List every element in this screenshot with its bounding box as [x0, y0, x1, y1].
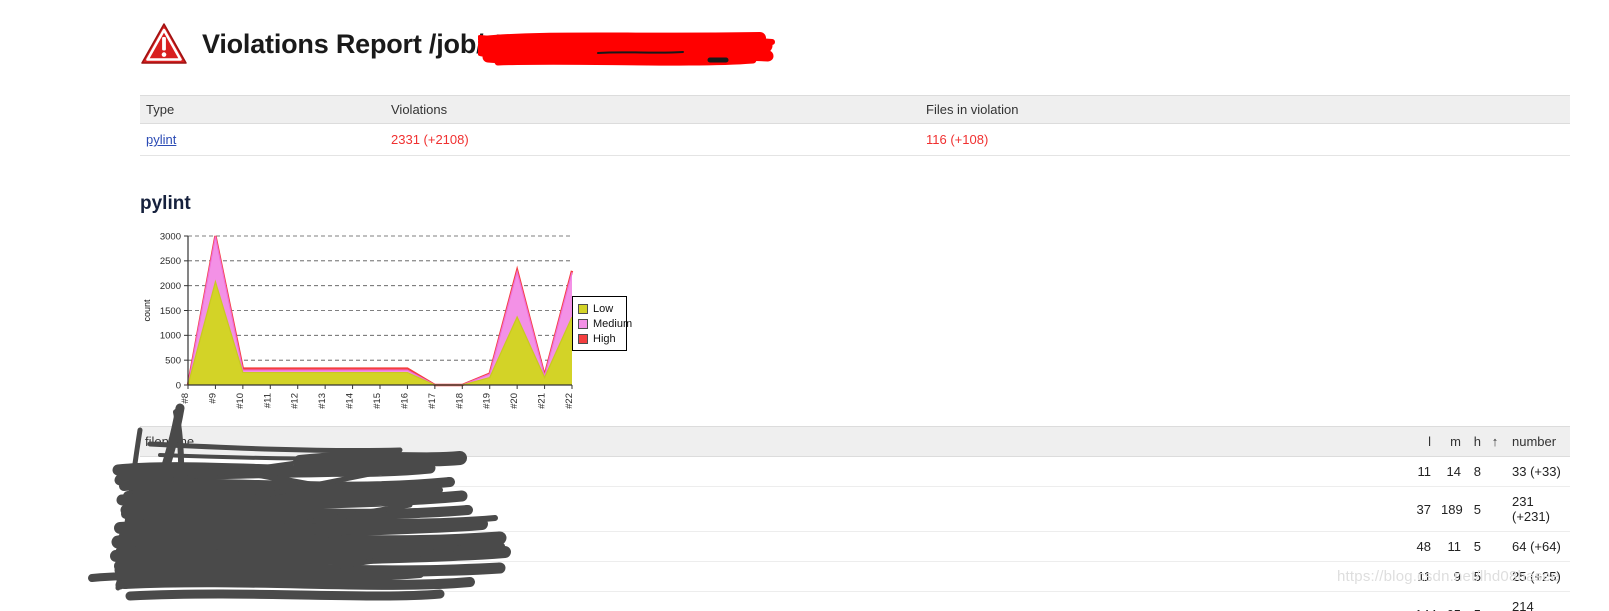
legend-swatch-medium [578, 319, 588, 329]
x-axis-tick-label: #11 [262, 393, 273, 408]
report-header: Violations Report /job/ 1.0/22 for build… [140, 22, 715, 66]
file-cell-l: 11 [1410, 456, 1436, 487]
files-col-l[interactable]: l [1410, 426, 1436, 457]
chart-legend: Low Medium High [572, 296, 632, 351]
warning-triangle-icon [140, 22, 188, 66]
x-axis-tick-label: #15 [372, 393, 383, 409]
files-col-filename[interactable]: filename [140, 426, 1410, 457]
x-axis-tick-label: #12 [290, 393, 301, 409]
files-header-row: filename l m h ↑ number [140, 426, 1570, 457]
file-cell-spacer [1486, 456, 1504, 487]
pylint-link[interactable]: pylint [146, 132, 176, 147]
x-axis-tick-label: #22 [564, 393, 575, 409]
file-cell-l: 37 [1410, 486, 1436, 532]
table-row: 48 11 5 64 (+64) [140, 531, 1570, 562]
file-cell-m: 14 [1436, 456, 1466, 487]
x-axis-tick-label: #17 [427, 393, 438, 409]
file-link[interactable] [140, 591, 1410, 611]
file-cell-l: 48 [1410, 531, 1436, 562]
table-row: 11 14 8 33 (+33) [140, 456, 1570, 487]
file-cell-number: 231 (+231) [1504, 486, 1570, 532]
sort-ascending-icon[interactable]: ↑ [1486, 426, 1504, 457]
legend-swatch-high [578, 334, 588, 344]
y-axis-tick-label: 500 [165, 356, 181, 367]
legend-swatch-low [578, 304, 588, 314]
summary-col-files: Files in violation [920, 95, 1570, 124]
y-axis-tick-label: 1500 [160, 306, 181, 317]
file-cell-h: 8 [1466, 456, 1486, 487]
table-row: pylint 2331 (+2108) 116 (+108) [140, 123, 1570, 156]
file-cell-number: 214 (+214) [1504, 591, 1570, 611]
page-title: Violations Report /job/ 1.0/22 for build… [202, 28, 715, 59]
summary-cell-type: pylint [140, 123, 385, 156]
y-axis-tick-label: 1000 [160, 331, 181, 342]
file-link[interactable] [140, 486, 1410, 532]
file-cell-spacer [1486, 531, 1504, 562]
x-axis-tick-label: #18 [454, 393, 465, 409]
y-axis-tick-label: 3000 [160, 231, 181, 242]
file-link[interactable] [140, 456, 1410, 487]
file-cell-m: 189 [1436, 486, 1466, 532]
legend-label-low: Low [593, 303, 614, 315]
table-row: 144655 214 (+214) [140, 591, 1570, 611]
file-cell-m: 11 [1436, 531, 1466, 562]
file-cell-spacer [1486, 486, 1504, 532]
file-cell-number: 33 (+33) [1504, 456, 1570, 487]
x-axis-tick-label: #13 [317, 393, 328, 409]
file-cell-h: 5 [1466, 531, 1486, 562]
file-cell-m: 65 [1436, 591, 1466, 611]
files-col-h[interactable]: h [1466, 426, 1486, 457]
legend-item-medium: Medium [578, 318, 632, 330]
file-cell-l: 144 [1410, 591, 1437, 611]
file-cell-h: 5 [1466, 591, 1486, 611]
legend-item-low: Low [578, 303, 620, 315]
y-axis-tick-label: 2500 [160, 256, 181, 267]
summary-cell-violations: 2331 (+2108) [385, 123, 920, 156]
y-axis-label: count [142, 299, 152, 322]
file-cell-number: 64 (+64) [1504, 531, 1570, 562]
y-axis-tick-label: 0 [176, 380, 181, 391]
x-axis-tick-label: #8 [180, 393, 191, 404]
violations-summary-table: Type Violations Files in violation pylin… [140, 95, 1570, 156]
pylint-trend-chart: 0 500 1000 1500 2000 2500 3000 #8 #9 #10 #11 #12 #13… [140, 228, 580, 423]
x-axis-tick-label: #20 [509, 393, 520, 409]
file-cell-h: 5 [1466, 486, 1486, 532]
watermark-text: https://blog.csdn.net/lhd08hasee [1337, 568, 1560, 585]
x-axis-tick-label: #10 [235, 393, 246, 409]
x-axis-tick-label: #14 [345, 393, 356, 409]
x-axis-tick-label: #19 [482, 393, 493, 409]
x-axis-tick-label: #16 [399, 393, 410, 409]
x-axis-tick-label: #9 [207, 393, 218, 404]
summary-header-row: Type Violations Files in violation [140, 95, 1570, 124]
file-cell-spacer [1486, 591, 1504, 611]
legend-label-medium: Medium [593, 318, 633, 330]
files-col-m[interactable]: m [1436, 426, 1466, 457]
file-link[interactable] [140, 561, 1410, 592]
legend-item-high: High [578, 333, 620, 345]
chart-title: pylint [140, 193, 191, 214]
file-link[interactable] [140, 531, 1410, 562]
table-row: 37 189 5 231 (+231) [140, 486, 1570, 532]
violations-report-page: Violations Report /job/ 1.0/22 for build… [0, 0, 1609, 611]
files-col-number[interactable]: number [1504, 426, 1570, 457]
summary-cell-files: 116 (+108) [920, 123, 1570, 156]
x-axis-tick-label: #21 [537, 393, 548, 409]
y-axis-tick-label: 2000 [160, 281, 181, 292]
summary-col-violations: Violations [385, 95, 920, 124]
summary-col-type: Type [140, 95, 385, 124]
legend-label-high: High [593, 333, 616, 345]
